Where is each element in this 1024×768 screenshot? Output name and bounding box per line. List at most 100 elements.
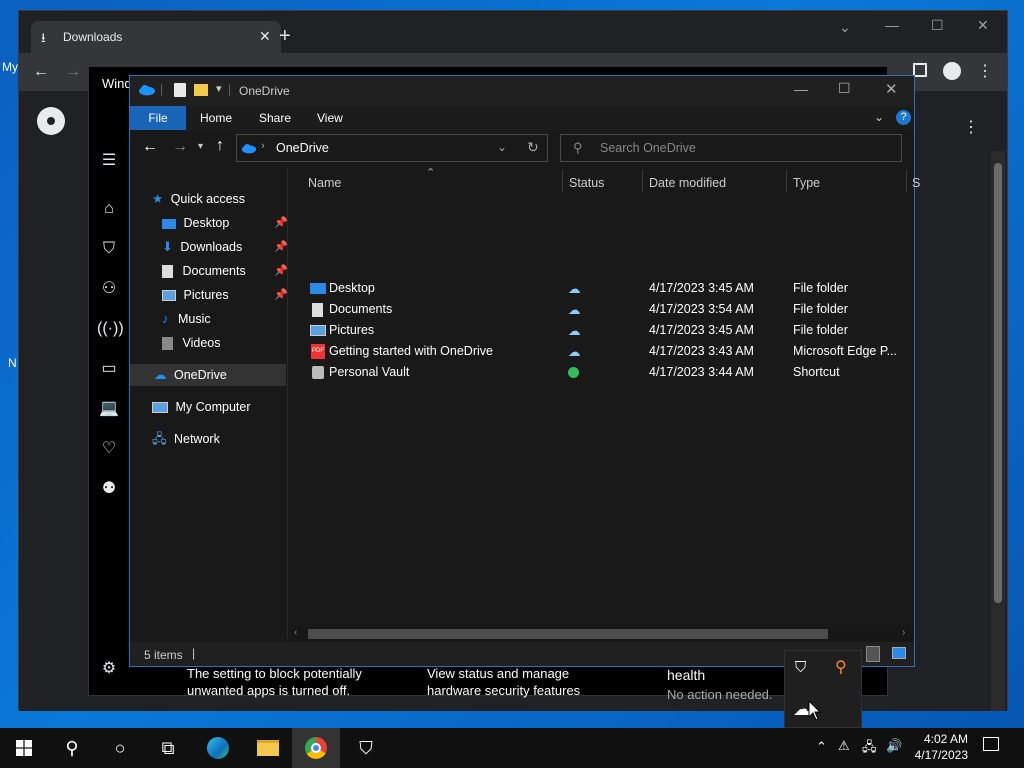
back-icon[interactable]: ← — [29, 60, 53, 84]
new-folder-icon[interactable] — [194, 84, 208, 96]
help-icon[interactable]: ? — [896, 110, 911, 125]
desktop-icon-label[interactable]: My — [2, 60, 18, 74]
edge-icon[interactable] — [194, 728, 242, 768]
ribbon-tab-home[interactable]: Home — [200, 106, 232, 130]
desktop-icon-label[interactable]: N — [8, 356, 17, 370]
item-count: 5 items — [144, 648, 183, 662]
column-header-name[interactable]: Name — [308, 176, 341, 190]
tray-status-icon[interactable]: ⚠ — [838, 738, 850, 754]
quick-access-toolbar-dropdown-icon[interactable]: ▾ — [216, 82, 222, 95]
ribbon-tab-share[interactable]: Share — [259, 106, 291, 130]
file-row[interactable]: Documents ☁ 4/17/2023 3:54 AM File folde… — [302, 299, 914, 320]
tab-search-icon[interactable]: ⌄ — [839, 19, 851, 36]
nav-quick-access[interactable]: ★ Quick access — [152, 188, 245, 210]
minimize-icon[interactable]: — — [794, 81, 808, 97]
address-box[interactable]: › OneDrive ⌄ ↻ — [236, 134, 548, 162]
address-dropdown-icon[interactable]: ⌄ — [497, 140, 507, 154]
file-name: Getting started with OneDrive — [329, 344, 493, 358]
chrome-menu-icon[interactable]: ⋮ — [977, 61, 993, 81]
explorer-titlebar: | ▾ | OneDrive — ☐ ✕ — [130, 76, 914, 106]
device-health-icon[interactable]: ♡ — [97, 437, 121, 461]
recent-locations-icon[interactable]: ▾ — [198, 141, 203, 152]
network-tray-icon[interactable]: 🖧 — [862, 738, 877, 760]
cortana-icon[interactable]: ○ — [96, 728, 144, 768]
home-icon[interactable]: ⌂ — [97, 197, 121, 221]
chrome-tab-downloads[interactable]: ⭳ Downloads ✕ — [31, 21, 281, 53]
start-button[interactable] — [0, 728, 48, 768]
pin-icon[interactable]: 📌 — [274, 284, 288, 306]
cloud-status-icon: ☁ — [568, 303, 581, 317]
nav-item-pictures[interactable]: Pictures 📌 — [162, 284, 288, 306]
nav-item-desktop[interactable]: Desktop 📌 — [162, 212, 288, 234]
security-card-text: View status and manage hardware security… — [427, 666, 581, 698]
nav-item-documents[interactable]: Documents 📌 — [162, 260, 288, 282]
volume-icon[interactable]: 🔊 — [886, 738, 902, 754]
side-panel-icon[interactable] — [913, 63, 927, 77]
details-view-icon[interactable] — [866, 646, 880, 662]
nav-item-my-computer[interactable]: My Computer — [152, 396, 251, 418]
expand-ribbon-icon[interactable]: ⌄ — [874, 110, 884, 124]
column-header-date-modified[interactable]: Date modified — [649, 176, 726, 190]
file-explorer-icon[interactable] — [244, 728, 292, 768]
clock-time[interactable]: 4:02 AM — [904, 732, 968, 746]
settings-gear-icon[interactable]: ⚙ — [97, 657, 121, 681]
ribbon-tab-view[interactable]: View — [317, 106, 343, 130]
new-tab-button[interactable]: + — [279, 25, 291, 48]
profile-icon[interactable] — [943, 62, 961, 80]
file-row[interactable]: Personal Vault 4/17/2023 3:44 AM Shortcu… — [302, 362, 914, 383]
file-row[interactable]: Pictures ☁ 4/17/2023 3:45 AM File folder — [302, 320, 914, 341]
close-window-icon[interactable]: ✕ — [977, 17, 989, 34]
properties-icon[interactable] — [174, 83, 186, 97]
column-header-status[interactable]: Status — [569, 176, 604, 190]
horizontal-scrollbar[interactable]: ‹ › — [290, 626, 914, 642]
clock-date[interactable]: 4/17/2023 — [904, 748, 968, 762]
maximize-icon[interactable]: ☐ — [931, 17, 944, 34]
column-header-type[interactable]: Type — [793, 176, 820, 190]
shield-icon[interactable]: ⛉ — [97, 237, 121, 261]
nav-item-videos[interactable]: Videos — [162, 332, 220, 354]
vertical-scrollbar[interactable] — [991, 151, 1005, 711]
pin-icon[interactable]: 📌 — [274, 236, 288, 258]
windows-security-taskbar-icon[interactable]: ⛉ — [342, 728, 390, 768]
forward-icon[interactable]: → — [172, 138, 188, 156]
hamburger-menu-icon[interactable]: ☰ — [97, 149, 121, 173]
pin-icon[interactable]: 📌 — [274, 260, 288, 282]
back-icon[interactable]: ← — [142, 138, 158, 156]
pin-icon[interactable]: 📌 — [274, 212, 288, 234]
refresh-icon[interactable]: ↻ — [527, 139, 539, 156]
family-options-icon[interactable]: ⚉ — [97, 477, 121, 501]
nav-item-onedrive[interactable]: ☁ OneDrive — [130, 364, 286, 386]
chrome-taskbar-icon[interactable] — [292, 728, 340, 768]
windows-security-shield-icon[interactable]: ⛉ — [795, 659, 806, 676]
scroll-right-icon[interactable]: › — [902, 627, 905, 638]
nav-item-music[interactable]: ♪ Music — [162, 308, 211, 330]
app-browser-icon[interactable]: ▭ — [97, 357, 121, 381]
scroll-thumb[interactable] — [308, 629, 828, 639]
search-magnifier-icon[interactable]: ⚲ — [835, 657, 847, 677]
file-row[interactable]: PDF Getting started with OneDrive ☁ 4/17… — [302, 341, 914, 362]
maximize-icon[interactable]: ☐ — [838, 80, 851, 97]
search-input[interactable]: ⚲ Search OneDrive — [560, 134, 902, 162]
notifications-icon[interactable] — [983, 737, 999, 751]
large-icons-view-icon[interactable] — [892, 647, 906, 659]
forward-icon[interactable]: → — [61, 60, 85, 84]
column-header-size[interactable]: S — [912, 176, 920, 190]
scroll-left-icon[interactable]: ‹ — [294, 627, 297, 638]
nav-item-downloads[interactable]: ⬇ Downloads 📌 — [162, 236, 288, 258]
close-window-icon[interactable]: ✕ — [885, 80, 898, 98]
search-icon[interactable]: ⚲ — [48, 728, 96, 768]
network-icon[interactable]: ((·)) — [97, 317, 124, 341]
person-icon[interactable]: ⚇ — [97, 277, 121, 301]
device-security-icon[interactable]: 💻 — [97, 397, 121, 421]
file-date: 4/17/2023 3:43 AM — [649, 344, 754, 358]
breadcrumb-onedrive[interactable]: OneDrive — [276, 141, 329, 155]
show-hidden-icons-icon[interactable]: ⌃ — [816, 739, 827, 755]
close-tab-icon[interactable]: ✕ — [259, 28, 271, 45]
nav-item-network[interactable]: 🖧 Network — [152, 428, 220, 450]
task-view-icon[interactable]: ⧉ — [144, 728, 192, 768]
minimize-icon[interactable]: — — [885, 17, 899, 33]
file-row[interactable]: Desktop ☁ 4/17/2023 3:45 AM File folder — [302, 278, 914, 299]
up-icon[interactable]: ↑ — [216, 137, 224, 155]
page-menu-icon[interactable]: ⋮ — [963, 117, 979, 137]
ribbon-tab-file[interactable]: File — [130, 106, 186, 130]
